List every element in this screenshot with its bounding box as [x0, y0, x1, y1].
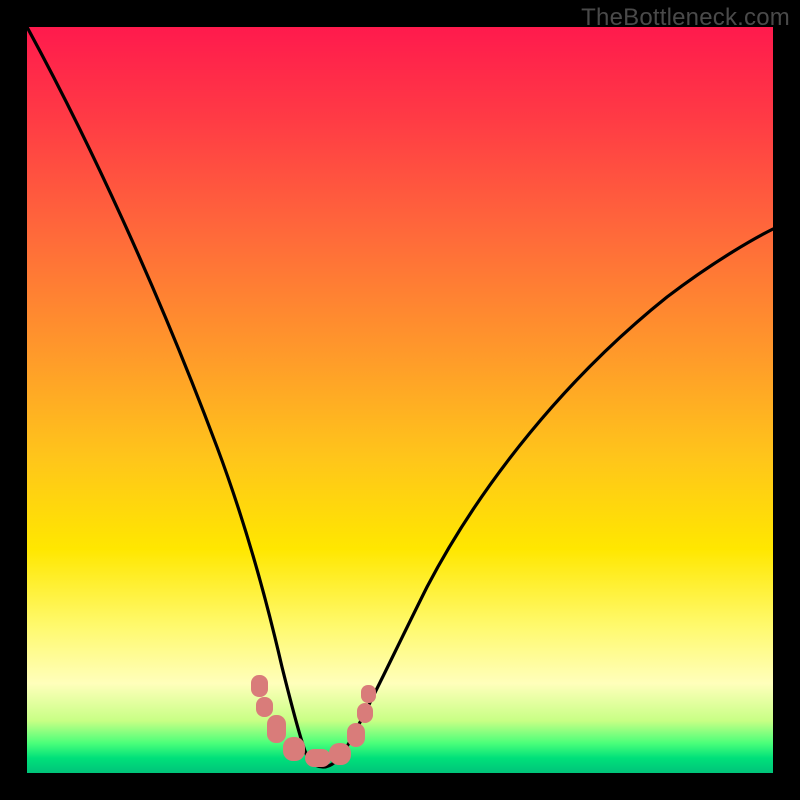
plot-area: [27, 27, 773, 773]
marker-cluster: [251, 675, 376, 767]
chart-svg: [27, 27, 773, 773]
primary-curve: [27, 27, 773, 767]
watermark-text: TheBottleneck.com: [581, 4, 790, 32]
chart-frame: TheBottleneck.com: [0, 0, 800, 800]
